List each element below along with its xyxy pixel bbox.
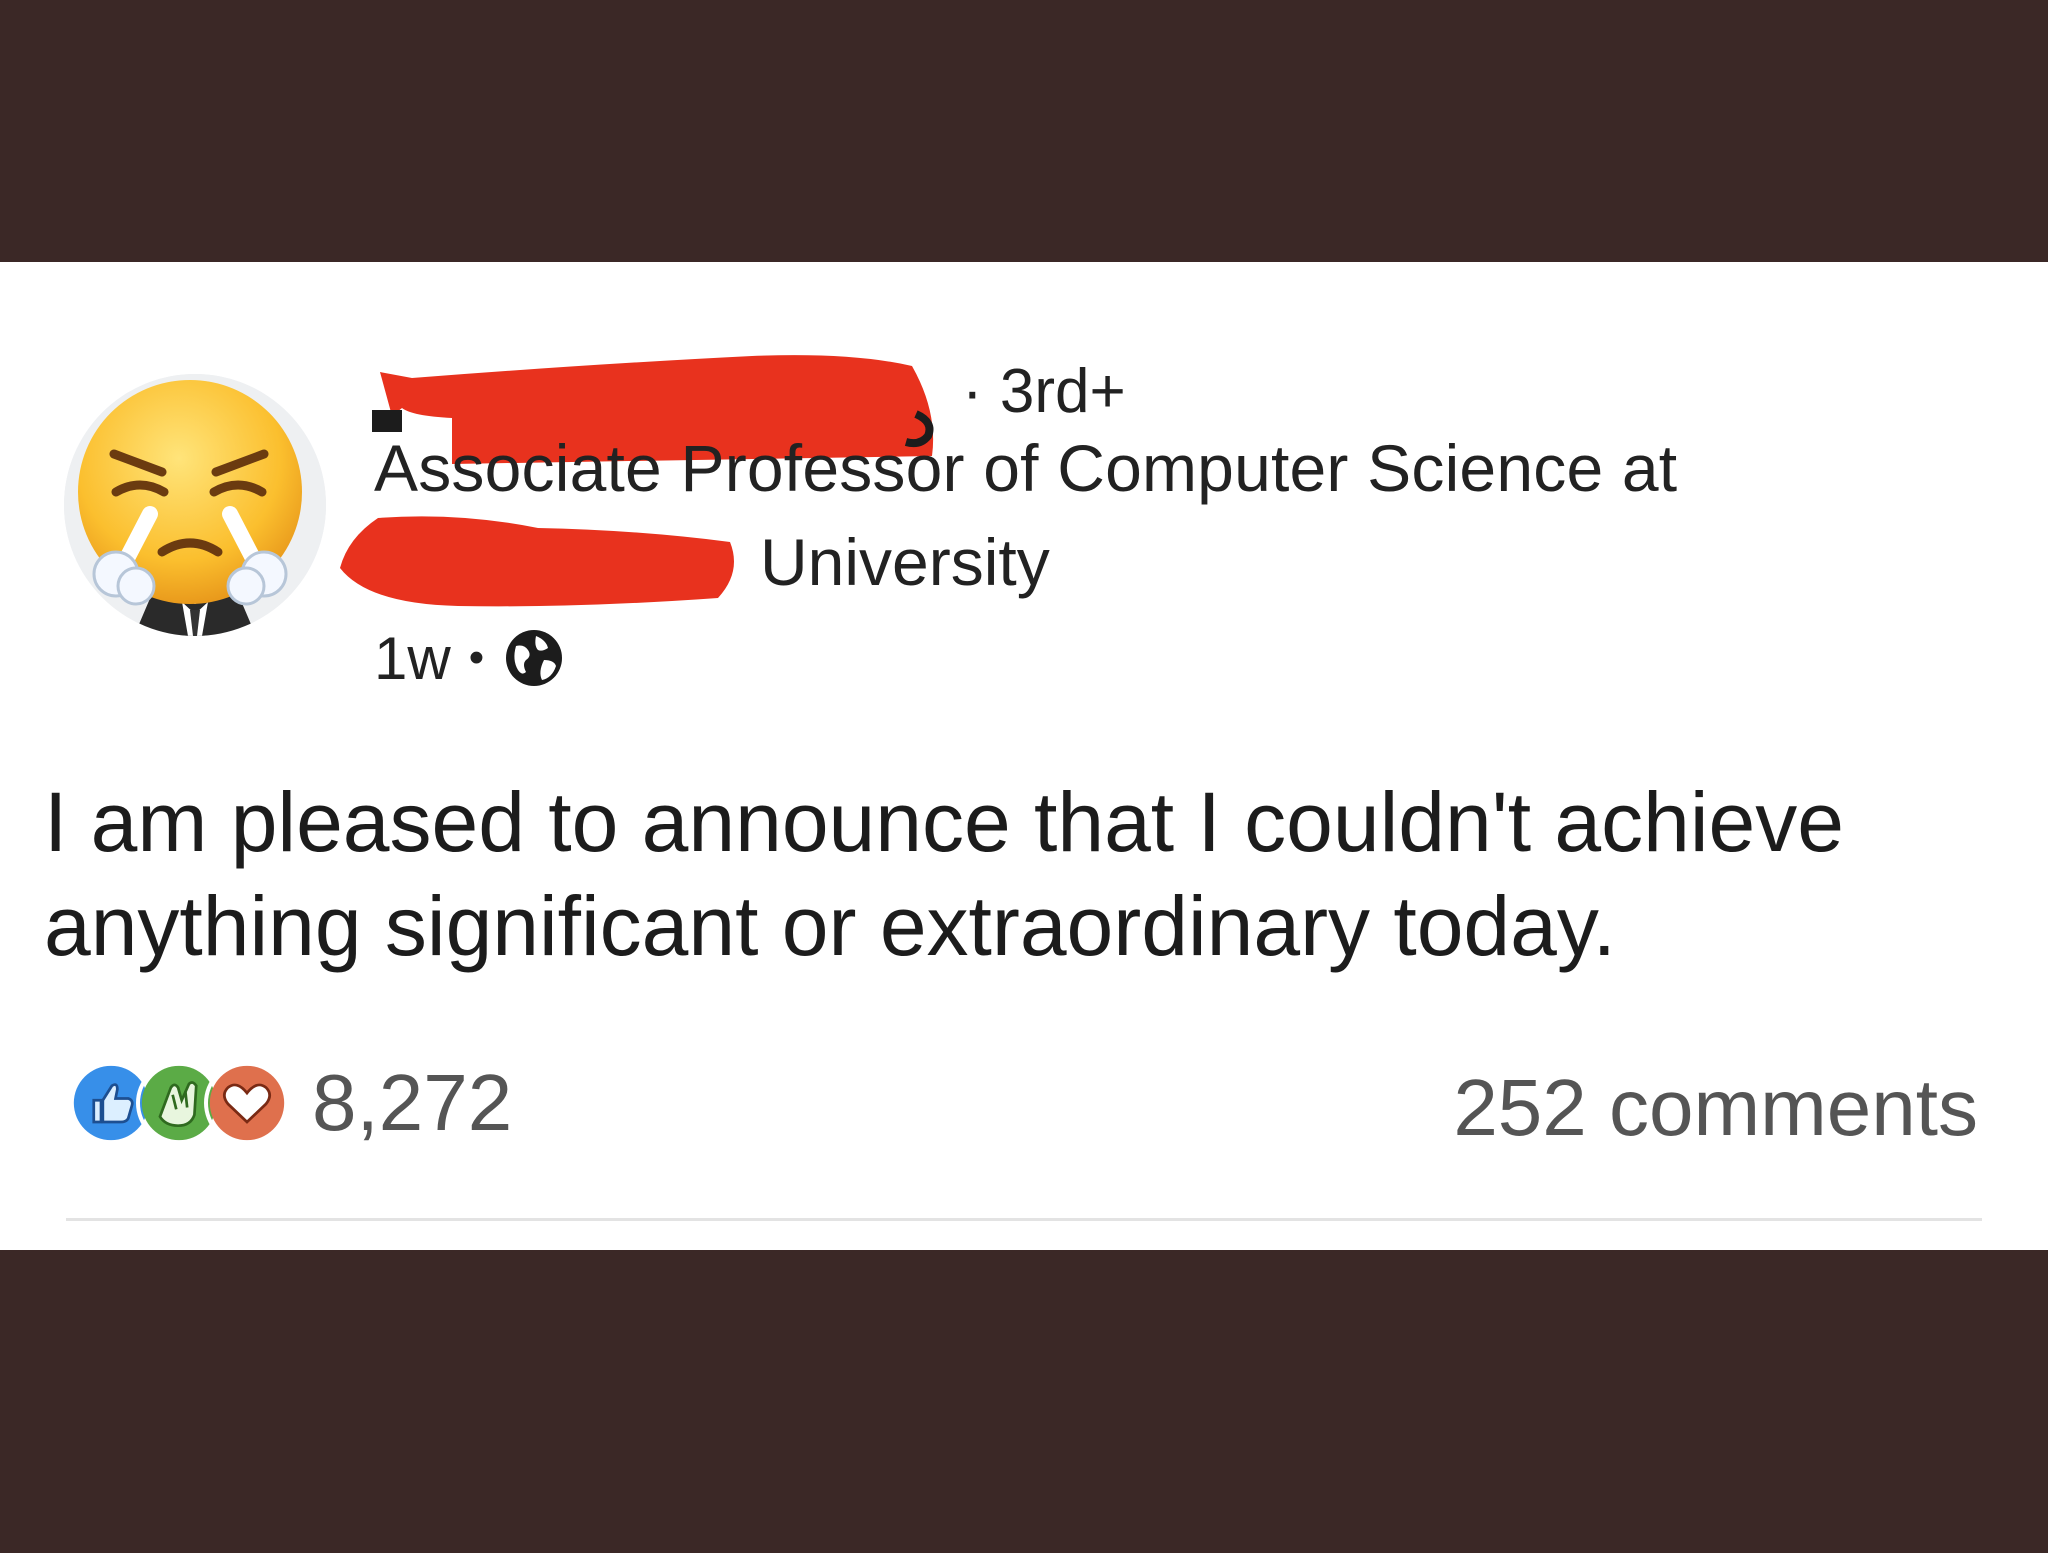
- post-meta: 1w •: [374, 618, 566, 698]
- connection-degree: · 3rd+: [962, 357, 1126, 426]
- globe-icon: [506, 630, 563, 686]
- love-icon: [204, 1060, 290, 1146]
- author-avatar[interactable]: [64, 374, 326, 636]
- meta-separator: •: [468, 633, 485, 682]
- author-headline-line1: Associate Professor of Computer Science …: [374, 431, 1678, 505]
- author-name-row: · 3rd+: [372, 326, 1272, 464]
- reactions-summary[interactable]: 8,272: [68, 1057, 512, 1149]
- redacted-university-name: [338, 502, 738, 612]
- top-dark-band: [0, 0, 2048, 262]
- reaction-count[interactable]: 8,272: [312, 1057, 512, 1149]
- linkedin-post-card: · 3rd+ Associate Professor of Computer S…: [0, 262, 2048, 1250]
- angry-face-emoji-icon: [64, 374, 326, 636]
- screenshot-frame: · 3rd+ Associate Professor of Computer S…: [0, 0, 2048, 1553]
- comments-count-link[interactable]: 252 comments: [1453, 1062, 1978, 1154]
- post-body-text: I am pleased to announce that I couldn't…: [44, 775, 1844, 973]
- author-headline-line2: University: [760, 525, 1050, 599]
- action-divider: [66, 1218, 1982, 1221]
- bottom-dark-band: [0, 1250, 2048, 1553]
- post-timestamp: 1w: [374, 624, 451, 692]
